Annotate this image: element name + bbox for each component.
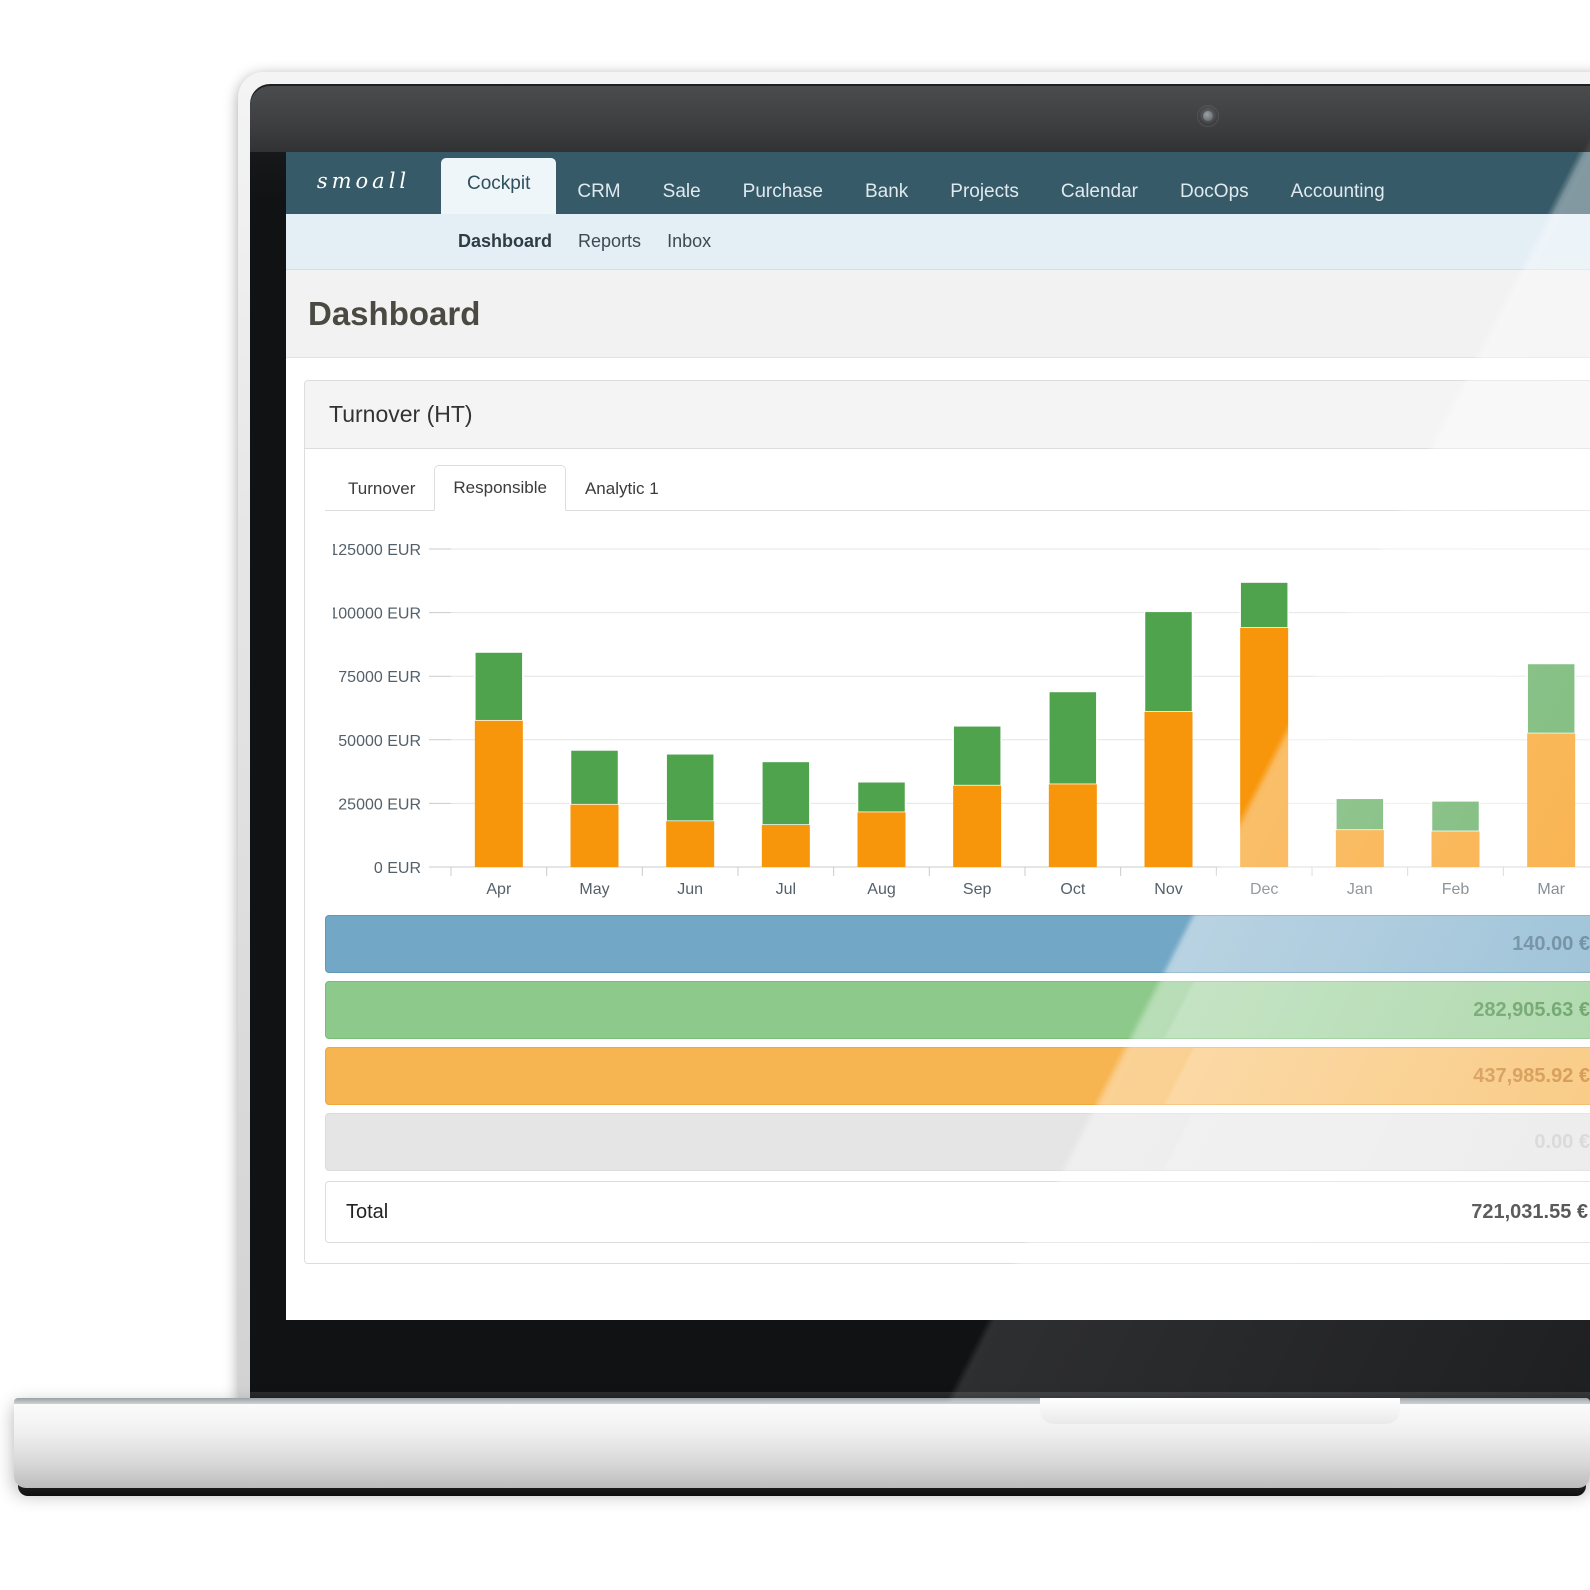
summary-bar-blue[interactable]: 140.00 €: [325, 915, 1590, 973]
chart-xtick-label: Aug: [867, 881, 895, 898]
subnav-item-reports[interactable]: Reports: [578, 231, 641, 252]
summary-bar-value: 282,905.63 €: [1473, 998, 1590, 1021]
panel-tabs: Turnover Responsible Analytic 1: [325, 465, 1590, 511]
chart-bar-segment-green[interactable]: [1143, 610, 1194, 713]
sub-navigation-bar: Dashboard Reports Inbox: [286, 214, 1590, 270]
chart-xtick-label: Oct: [1060, 881, 1085, 898]
chart-bar-segment-green[interactable]: [474, 651, 524, 722]
chart-bar-segment-green[interactable]: [665, 753, 715, 822]
summary-bar-value: 140.00 €: [1512, 932, 1590, 955]
chart-bar-segment-green[interactable]: [761, 760, 811, 826]
chart-xtick-label: Apr: [486, 881, 512, 898]
total-row: Total 721,031.55 €: [325, 1181, 1590, 1243]
chart-xtick-label: Feb: [1442, 881, 1470, 898]
main-nav-tabs: Cockpit CRM Sale Purchase Bank Projects …: [441, 152, 1406, 214]
chart-ytick-label: 100000 EUR: [333, 606, 421, 623]
tab-analytic-1[interactable]: Analytic 1: [566, 466, 678, 511]
chart-bar-segment-orange[interactable]: [474, 720, 523, 867]
bezel-top-band: [250, 86, 1590, 152]
chart-bar-segment-orange[interactable]: [1144, 711, 1193, 867]
page-title: Dashboard: [308, 294, 481, 332]
total-label: Total: [346, 1200, 389, 1223]
chart-bar-segment-orange[interactable]: [1527, 733, 1576, 867]
panel-header: Turnover (HT): [305, 381, 1590, 449]
subnav-item-dashboard[interactable]: Dashboard: [458, 231, 552, 252]
chart-xtick-label: Nov: [1154, 881, 1182, 898]
bar-sheen: [326, 1114, 1590, 1170]
chart-bar-segment-orange[interactable]: [666, 821, 715, 867]
chart-xtick-label: May: [579, 881, 609, 898]
tab-turnover[interactable]: Turnover: [329, 466, 434, 511]
chart-bar-segment-green[interactable]: [952, 725, 1002, 787]
laptop-base-notch: [1040, 1398, 1400, 1424]
nav-tab-crm[interactable]: CRM: [556, 169, 641, 214]
nav-tab-accounting[interactable]: Accounting: [1270, 169, 1406, 214]
chart-bar-segment-orange[interactable]: [761, 825, 810, 867]
chart-xtick-label: Sep: [963, 881, 992, 898]
tab-responsible[interactable]: Responsible: [434, 465, 566, 511]
webcam-icon: [1197, 105, 1219, 127]
summary-bars: 140.00 € 282,905.63 € 437,985.92 € 0.00 …: [325, 915, 1590, 1243]
nav-tab-purchase[interactable]: Purchase: [722, 169, 844, 214]
chart-ytick-label: 125000 EUR: [333, 542, 421, 559]
screen: smoall Cockpit CRM Sale Purchase Bank Pr…: [286, 152, 1590, 1320]
bar-sheen: [326, 916, 1590, 972]
brand-logo[interactable]: smoall: [286, 152, 441, 214]
chart-bar-segment-green[interactable]: [569, 749, 620, 806]
bar-sheen: [326, 982, 1590, 1038]
panel-title: Turnover (HT): [329, 401, 473, 427]
page-content: Turnover (HT) Turnover Responsible Analy…: [286, 358, 1590, 1286]
chart-bar-segment-green[interactable]: [1048, 690, 1098, 786]
top-navigation-bar: smoall Cockpit CRM Sale Purchase Bank Pr…: [286, 152, 1590, 214]
chart-bar-segment-orange[interactable]: [570, 804, 619, 867]
chart-xtick-label: Dec: [1250, 881, 1278, 898]
chart-bar-segment-green[interactable]: [856, 781, 907, 814]
nav-tab-calendar[interactable]: Calendar: [1040, 169, 1159, 214]
bar-sheen: [326, 1048, 1590, 1104]
chart-bar-segment-green[interactable]: [1335, 797, 1385, 831]
nav-tab-docops[interactable]: DocOps: [1159, 169, 1270, 214]
chart-bar-segment-orange[interactable]: [953, 785, 1002, 867]
turnover-panel: Turnover (HT) Turnover Responsible Analy…: [304, 380, 1590, 1264]
nav-tab-sale[interactable]: Sale: [642, 169, 722, 214]
chart-xtick-label: Jan: [1347, 881, 1373, 898]
chart-xtick-label: Mar: [1537, 881, 1565, 898]
chart-bar-segment-green[interactable]: [1239, 581, 1289, 629]
nav-tab-cockpit[interactable]: Cockpit: [441, 158, 557, 214]
chart-bar-segment-green[interactable]: [1430, 800, 1481, 833]
stacked-bar-chart: 0 EUR 25000 EUR 50000 EUR 75000 EUR 100000 E…: [333, 542, 1590, 898]
chart-xtick-label: Jun: [677, 881, 703, 898]
subnav-item-inbox[interactable]: Inbox: [667, 231, 711, 252]
chart-ytick-label: 50000 EUR: [338, 733, 421, 750]
nav-tab-projects[interactable]: Projects: [929, 169, 1040, 214]
chart-bar-segment-green[interactable]: [1526, 662, 1576, 735]
summary-bar-green[interactable]: 282,905.63 €: [325, 981, 1590, 1039]
chart-xtick-label: Jul: [776, 881, 796, 898]
summary-bar-orange[interactable]: 437,985.92 €: [325, 1047, 1590, 1105]
nav-tab-bank[interactable]: Bank: [844, 169, 929, 214]
chart-bar-segment-orange[interactable]: [1335, 830, 1384, 867]
panel-body: Turnover Responsible Analytic 1 0 EUR 250…: [305, 449, 1590, 1263]
chart-bar-segment-orange[interactable]: [1048, 784, 1097, 867]
page-header: Dashboard: [286, 270, 1590, 358]
chart-bar-segment-orange[interactable]: [1431, 831, 1480, 867]
chart-bar-segment-orange[interactable]: [857, 812, 906, 867]
chart-ytick-label: 0 EUR: [374, 860, 421, 877]
chart-ytick-label: 25000 EUR: [338, 796, 421, 813]
summary-bar-value: 437,985.92 €: [1473, 1064, 1590, 1087]
chart-bar-segment-orange[interactable]: [1240, 627, 1289, 867]
chart-ytick-label: 75000 EUR: [338, 669, 421, 686]
screenshot-stage: smoall Cockpit CRM Sale Purchase Bank Pr…: [0, 0, 1590, 1590]
summary-bar-grey[interactable]: 0.00 €: [325, 1113, 1590, 1171]
chart-container: 0 EUR 25000 EUR 50000 EUR 75000 EUR 100000 E…: [325, 531, 1590, 907]
summary-bar-value: 0.00 €: [1534, 1130, 1590, 1153]
total-value: 721,031.55 €: [1471, 1200, 1588, 1223]
